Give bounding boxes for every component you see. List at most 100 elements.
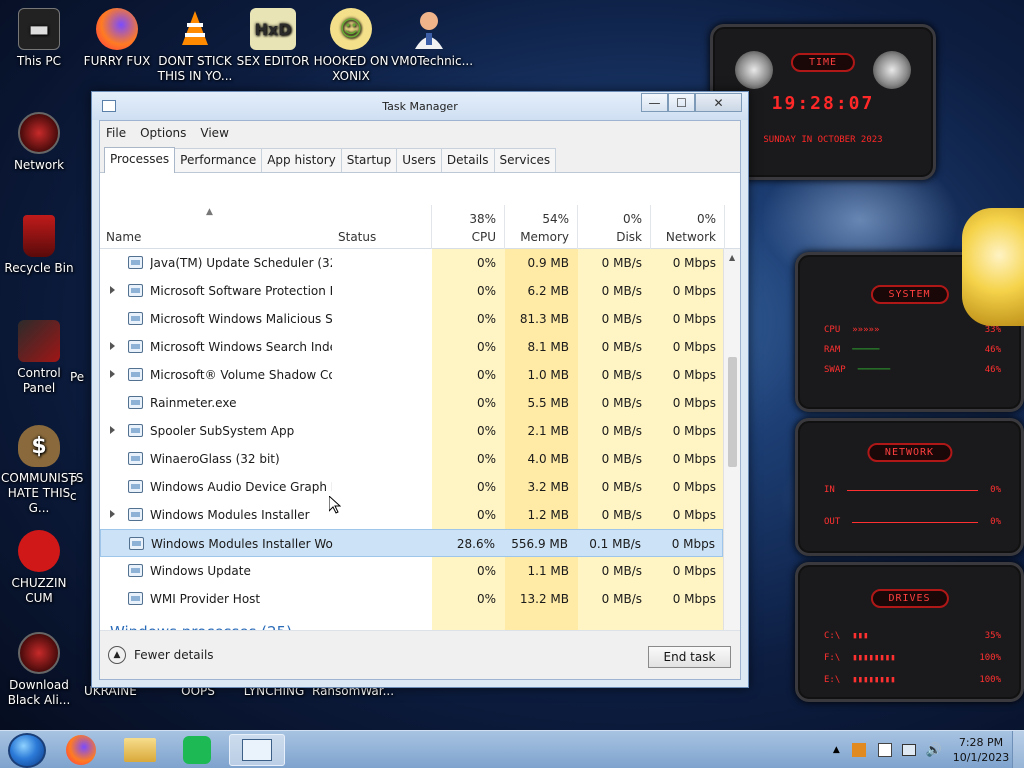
- cartoon-icon: ☺: [330, 8, 372, 50]
- table-row[interactable]: Microsoft Software Protection P... 0% 6.2 …: [100, 277, 723, 305]
- desktop-icon-control-panel[interactable]: Control Panel: [1, 320, 77, 396]
- tab-app-history[interactable]: App history: [261, 148, 342, 172]
- show-hidden-icons-icon[interactable]: ▲: [833, 745, 840, 755]
- desktop-icon-hooked-on-xonix[interactable]: ☺ HOOKED ON XONIX: [313, 8, 389, 84]
- taskbar-file-explorer-icon[interactable]: [123, 734, 157, 766]
- table-row[interactable]: WinaeroGlass (32 bit) 0% 4.0 MB 0 MB/s 0 Mbp…: [100, 445, 723, 473]
- process-memory: 6.2 MB: [527, 284, 569, 298]
- expand-arrow-icon[interactable]: [110, 510, 115, 518]
- process-list: Java(TM) Update Scheduler (32 ... 0% 0.9 M…: [100, 249, 723, 661]
- network-tray-icon[interactable]: [901, 744, 916, 756]
- title-bar[interactable]: Task Manager — ☐ ✕: [92, 92, 748, 120]
- table-row[interactable]: Spooler SubSystem App 0% 2.1 MB 0 MB/s 0 Mbp…: [100, 417, 723, 445]
- vertical-scrollbar[interactable]: ▲ ▼: [723, 249, 740, 661]
- column-network[interactable]: 0% Network: [651, 205, 725, 249]
- tab-details[interactable]: Details: [440, 148, 495, 172]
- clock[interactable]: 7:28 PM 10/1/2023: [950, 735, 1012, 765]
- column-memory[interactable]: 54% Memory: [505, 205, 578, 249]
- close-button[interactable]: ✕: [695, 93, 742, 112]
- doctor-icon: [408, 8, 450, 50]
- minimize-button[interactable]: —: [641, 93, 668, 112]
- tab-performance[interactable]: Performance: [174, 148, 263, 172]
- menu-bar: File Options View: [100, 121, 740, 145]
- column-name[interactable]: ▲ Name: [100, 205, 332, 249]
- menu-options[interactable]: Options: [140, 126, 186, 140]
- table-row[interactable]: Java(TM) Update Scheduler (32 ... 0% 0.9 M…: [100, 249, 723, 277]
- menu-file[interactable]: File: [106, 126, 126, 140]
- desktop-icon-communists[interactable]: $ COMMUNISTS HATE THIS G...: [1, 425, 84, 516]
- start-orb-icon[interactable]: [8, 733, 46, 768]
- expand-arrow-icon[interactable]: [110, 426, 115, 434]
- taskbar-firefox-icon[interactable]: [64, 734, 98, 766]
- process-network: 0 Mbps: [671, 537, 715, 551]
- column-status[interactable]: Status: [332, 205, 432, 249]
- process-memory: 81.3 MB: [519, 312, 569, 326]
- table-row[interactable]: Windows Audio Device Graph Is... 0% 3.2 MB…: [100, 473, 723, 501]
- volume-icon[interactable]: 🔊: [926, 743, 942, 758]
- column-disk[interactable]: 0% Disk: [578, 205, 651, 249]
- desktop-icon-sex-editor[interactable]: HxD SEX EDITOR: [235, 8, 311, 69]
- fewer-details-button[interactable]: ▲ Fewer details: [108, 646, 214, 664]
- menu-view[interactable]: View: [200, 126, 228, 140]
- process-memory: 13.2 MB: [519, 592, 569, 606]
- process-cpu: 0%: [476, 424, 496, 438]
- desktop-icon-vm0technic[interactable]: VM0Technic...: [391, 8, 473, 69]
- expand-arrow-icon[interactable]: [110, 370, 115, 378]
- end-task-button[interactable]: End task: [648, 646, 731, 668]
- expand-arrow-icon[interactable]: [110, 286, 115, 294]
- drive-f-row: F:\ ▮▮▮▮▮▮▮▮ 100%: [824, 653, 1001, 663]
- tab-processes[interactable]: Processes: [104, 147, 176, 173]
- desktop-icon-label: COMMUNISTS HATE THIS G...: [1, 471, 84, 515]
- process-disk: 0 MB/s: [601, 508, 642, 522]
- desktop-icon-this-pc[interactable]: ▬ This PC: [1, 8, 77, 69]
- tab-startup[interactable]: Startup: [340, 148, 398, 172]
- network-out-value: 0%: [990, 517, 1001, 527]
- tray-app-icon[interactable]: [851, 743, 866, 757]
- cpu-gauge-row: CPU »»»»» 33%: [824, 325, 1001, 335]
- table-row[interactable]: Windows Update 0% 1.1 MB 0 MB/s 0 Mbps: [100, 557, 723, 585]
- desktop-icon-chuzzin-cum[interactable]: CHUZZIN CUM: [1, 530, 77, 606]
- desktop-icon-vlc[interactable]: DONT STICK THIS IN YO...: [157, 8, 233, 84]
- desktop-icon-download-black-alien[interactable]: Download Black Ali...: [1, 632, 77, 708]
- process-disk: 0 MB/s: [601, 480, 642, 494]
- table-row[interactable]: Windows Modules Installer 0% 1.2 MB 0 MB/s 0…: [100, 501, 723, 529]
- drive-c-bar: ▮▮▮: [852, 631, 869, 641]
- table-row[interactable]: Microsoft Windows Malicious S... 0% 81.3 M…: [100, 305, 723, 333]
- process-network: 0 Mbps: [672, 256, 716, 270]
- desktop-icon-furry-fux[interactable]: FURRY FUX: [79, 8, 155, 69]
- process-cpu: 0%: [476, 396, 496, 410]
- process-name: Microsoft Windows Malicious S...: [150, 312, 332, 326]
- tab-services[interactable]: Services: [493, 148, 557, 172]
- sort-arrow-icon: ▲: [206, 207, 213, 217]
- footer-bar: ▲ Fewer details End task: [100, 630, 740, 679]
- desktop-partial-label: c: [70, 489, 77, 503]
- drive-f-label: F:\: [824, 653, 841, 663]
- desktop-icon-recycle-bin[interactable]: Recycle Bin: [1, 215, 77, 276]
- recycle-bin-icon: [23, 215, 55, 257]
- process-icon: [128, 256, 143, 269]
- network-in-row: IN 0%: [824, 485, 1001, 495]
- process-cpu: 28.6%: [456, 537, 495, 551]
- taskbar-task-manager-icon[interactable]: [229, 734, 285, 766]
- table-row[interactable]: Rainmeter.exe 0% 5.5 MB 0 MB/s 0 Mbps: [100, 389, 723, 417]
- process-network: 0 Mbps: [672, 396, 716, 410]
- maximize-button[interactable]: ☐: [668, 93, 695, 112]
- table-row[interactable]: Microsoft® Volume Shadow Co... 0% 1.0 MB 0 …: [100, 361, 723, 389]
- scrollbar-thumb[interactable]: [728, 357, 737, 467]
- table-row[interactable]: Windows Modules Installer Wor... 28.6% 556…: [100, 529, 723, 557]
- process-icon: [128, 508, 143, 521]
- scroll-up-arrow-icon[interactable]: ▲: [729, 253, 735, 262]
- desktop-icon-network[interactable]: Network: [1, 112, 77, 173]
- table-row[interactable]: WMI Provider Host 0% 13.2 MB 0 MB/s 0 Mbps: [100, 585, 723, 613]
- column-cpu[interactable]: 38% CPU: [432, 205, 505, 249]
- show-desktop-button[interactable]: [1012, 731, 1024, 768]
- cpu-gauge-label: CPU: [824, 325, 841, 335]
- process-name: Rainmeter.exe: [150, 396, 237, 410]
- action-center-icon[interactable]: [877, 743, 892, 757]
- taskbar-spotify-icon[interactable]: [180, 734, 214, 766]
- table-row[interactable]: Microsoft Windows Search Inde... 0% 8.1 MB…: [100, 333, 723, 361]
- process-icon: [128, 312, 143, 325]
- desktop-icon-label: HOOKED ON XONIX: [313, 54, 389, 83]
- expand-arrow-icon[interactable]: [110, 342, 115, 350]
- tab-users[interactable]: Users: [396, 148, 442, 172]
